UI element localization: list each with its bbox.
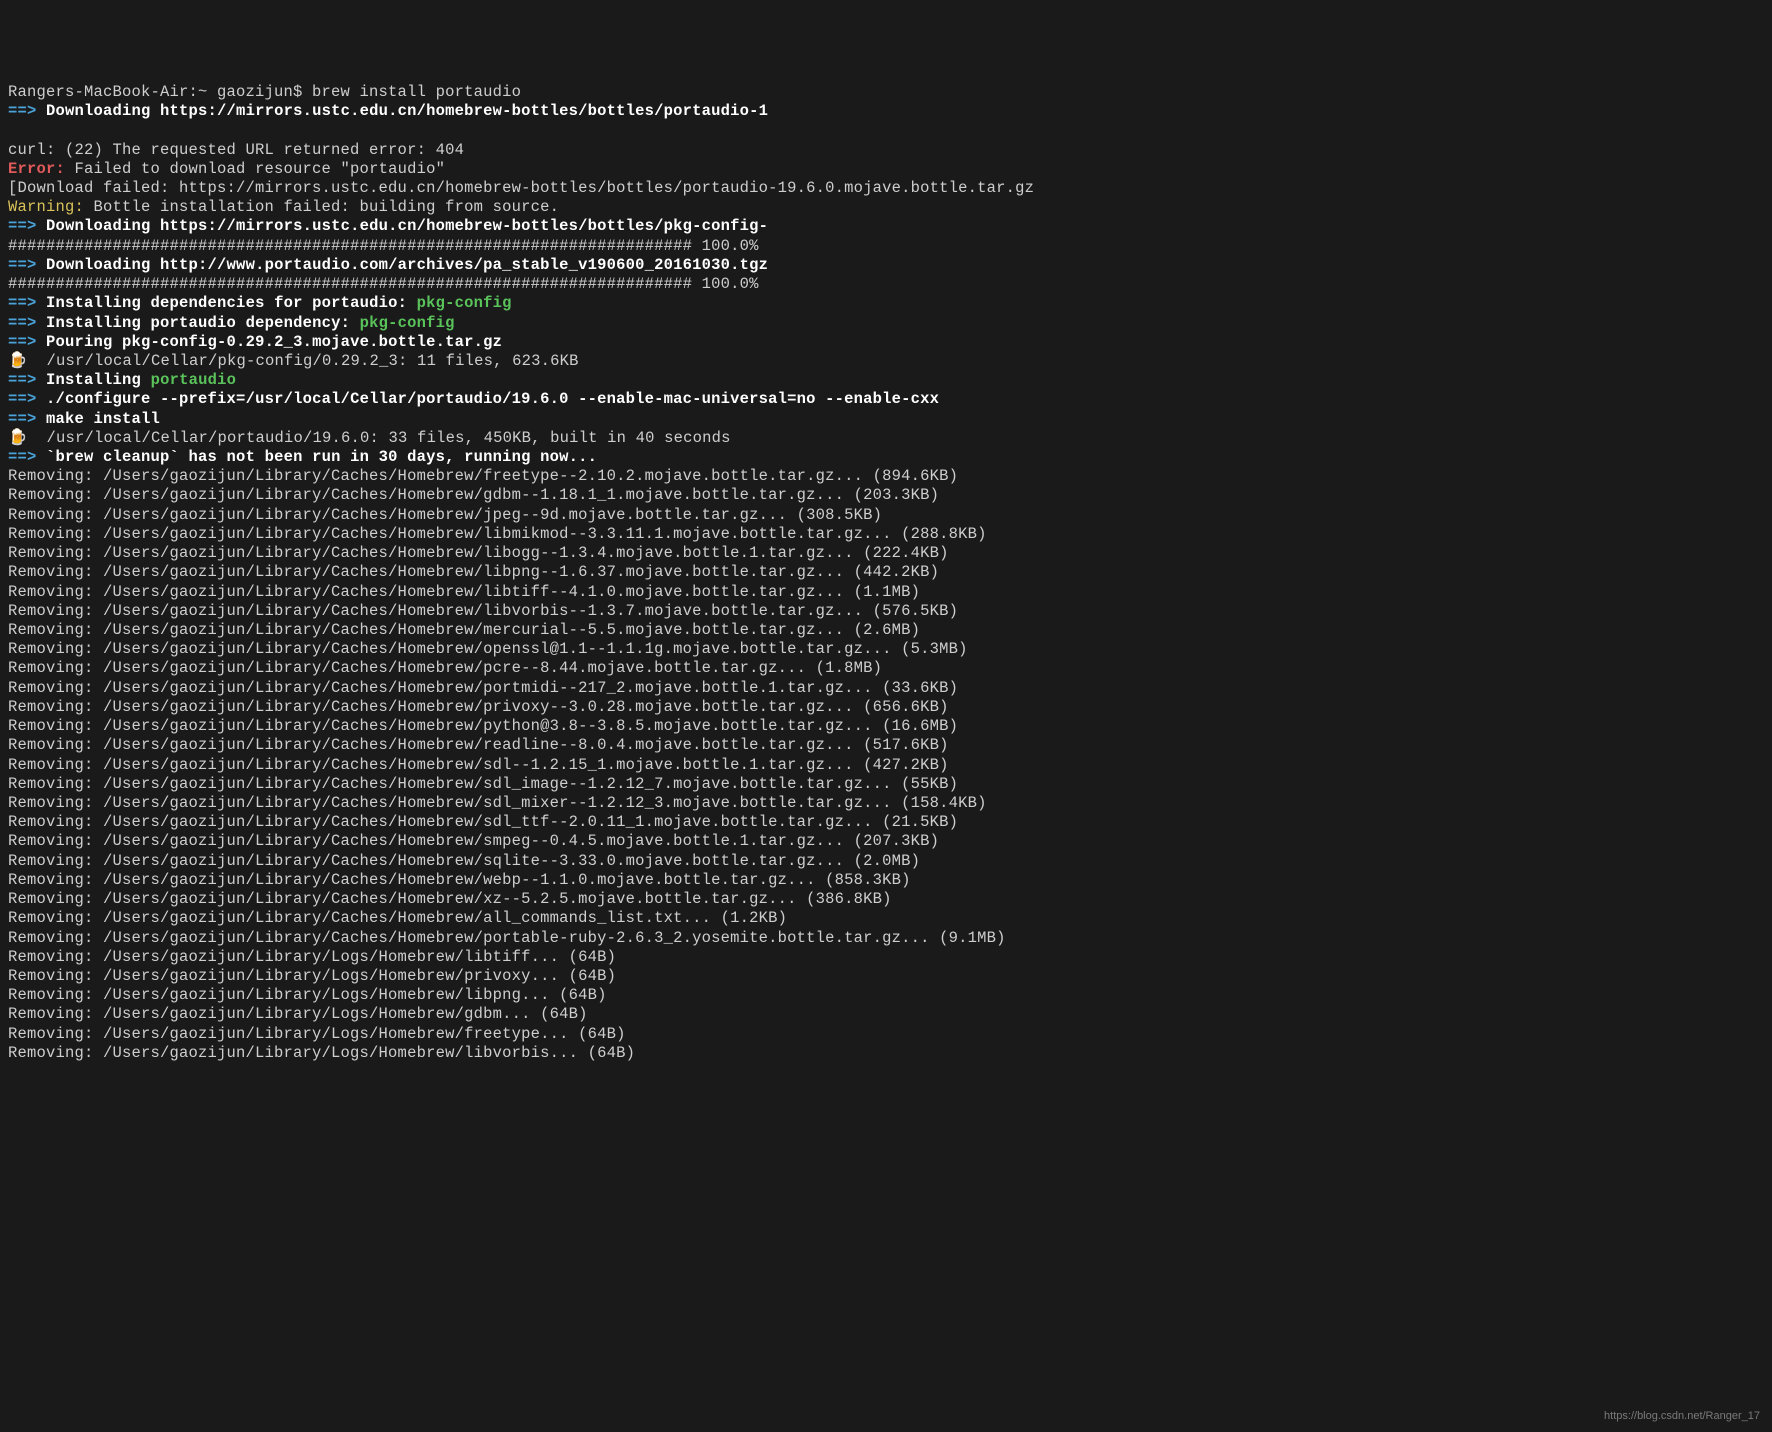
install-deps: ==> Installing dependencies for portaudi… <box>8 294 1764 313</box>
download-line: ==> Downloading https://mirrors.ustc.edu… <box>8 102 1764 121</box>
removing-line: Removing: /Users/gaozijun/Library/Logs/H… <box>8 1025 1764 1044</box>
blank-line <box>8 121 1764 140</box>
removing-line: Removing: /Users/gaozijun/Library/Caches… <box>8 909 1764 928</box>
removing-line: Removing: /Users/gaozijun/Library/Logs/H… <box>8 1005 1764 1024</box>
removing-line: Removing: /Users/gaozijun/Library/Caches… <box>8 506 1764 525</box>
removing-line: Removing: /Users/gaozijun/Library/Caches… <box>8 871 1764 890</box>
removing-line: Removing: /Users/gaozijun/Library/Caches… <box>8 467 1764 486</box>
beer-icon: 🍺 <box>8 429 28 447</box>
removing-line: Removing: /Users/gaozijun/Library/Caches… <box>8 583 1764 602</box>
installing-line: ==> Installing portaudio <box>8 371 1764 390</box>
progress-bar: ########################################… <box>8 237 1764 256</box>
pouring-line: ==> Pouring pkg-config-0.29.2_3.mojave.b… <box>8 333 1764 352</box>
removing-line: Removing: /Users/gaozijun/Library/Caches… <box>8 602 1764 621</box>
cellar-line: 🍺 /usr/local/Cellar/portaudio/19.6.0: 33… <box>8 429 1764 448</box>
removing-line: Removing: /Users/gaozijun/Library/Caches… <box>8 890 1764 909</box>
removing-line: Removing: /Users/gaozijun/Library/Logs/H… <box>8 967 1764 986</box>
removing-line: Removing: /Users/gaozijun/Library/Caches… <box>8 698 1764 717</box>
removing-line: Removing: /Users/gaozijun/Library/Caches… <box>8 563 1764 582</box>
error-line: Error: Failed to download resource "port… <box>8 160 1764 179</box>
install-dep: ==> Installing portaudio dependency: pkg… <box>8 314 1764 333</box>
make-line: ==> make install <box>8 410 1764 429</box>
removing-line: Removing: /Users/gaozijun/Library/Caches… <box>8 659 1764 678</box>
removing-line: Removing: /Users/gaozijun/Library/Caches… <box>8 775 1764 794</box>
removing-line: Removing: /Users/gaozijun/Library/Caches… <box>8 929 1764 948</box>
download-line: ==> Downloading http://www.portaudio.com… <box>8 256 1764 275</box>
removing-line: Removing: /Users/gaozijun/Library/Caches… <box>8 756 1764 775</box>
warning-line: Warning: Bottle installation failed: bui… <box>8 198 1764 217</box>
removing-line: Removing: /Users/gaozijun/Library/Caches… <box>8 640 1764 659</box>
removing-line: Removing: /Users/gaozijun/Library/Caches… <box>8 736 1764 755</box>
removing-line: Removing: /Users/gaozijun/Library/Caches… <box>8 852 1764 871</box>
watermark-text: https://blog.csdn.net/Ranger_17 <box>1604 1410 1760 1424</box>
removing-line: Removing: /Users/gaozijun/Library/Logs/H… <box>8 1044 1764 1063</box>
removing-line: Removing: /Users/gaozijun/Library/Caches… <box>8 486 1764 505</box>
cellar-line: 🍺 /usr/local/Cellar/pkg-config/0.29.2_3:… <box>8 352 1764 371</box>
removing-line: Removing: /Users/gaozijun/Library/Logs/H… <box>8 948 1764 967</box>
removing-line: Removing: /Users/gaozijun/Library/Caches… <box>8 813 1764 832</box>
beer-icon: 🍺 <box>8 352 28 370</box>
curl-error: curl: (22) The requested URL returned er… <box>8 141 1764 160</box>
removing-line: Removing: /Users/gaozijun/Library/Caches… <box>8 717 1764 736</box>
download-line: ==> Downloading https://mirrors.ustc.edu… <box>8 217 1764 236</box>
removing-line: Removing: /Users/gaozijun/Library/Caches… <box>8 679 1764 698</box>
cleanup-line: ==> `brew cleanup` has not been run in 3… <box>8 448 1764 467</box>
terminal-output[interactable]: Rangers-MacBook-Air:~ gaozijun$ brew ins… <box>8 83 1764 1063</box>
shell-prompt: Rangers-MacBook-Air:~ gaozijun$ brew ins… <box>8 83 1764 102</box>
removing-line: Removing: /Users/gaozijun/Library/Caches… <box>8 621 1764 640</box>
removing-line: Removing: /Users/gaozijun/Library/Logs/H… <box>8 986 1764 1005</box>
removing-line: Removing: /Users/gaozijun/Library/Caches… <box>8 525 1764 544</box>
removing-line: Removing: /Users/gaozijun/Library/Caches… <box>8 794 1764 813</box>
removing-line: Removing: /Users/gaozijun/Library/Caches… <box>8 544 1764 563</box>
progress-bar: ########################################… <box>8 275 1764 294</box>
download-failed: [Download failed: https://mirrors.ustc.e… <box>8 179 1764 198</box>
removing-line: Removing: /Users/gaozijun/Library/Caches… <box>8 832 1764 851</box>
configure-line: ==> ./configure --prefix=/usr/local/Cell… <box>8 390 1764 409</box>
